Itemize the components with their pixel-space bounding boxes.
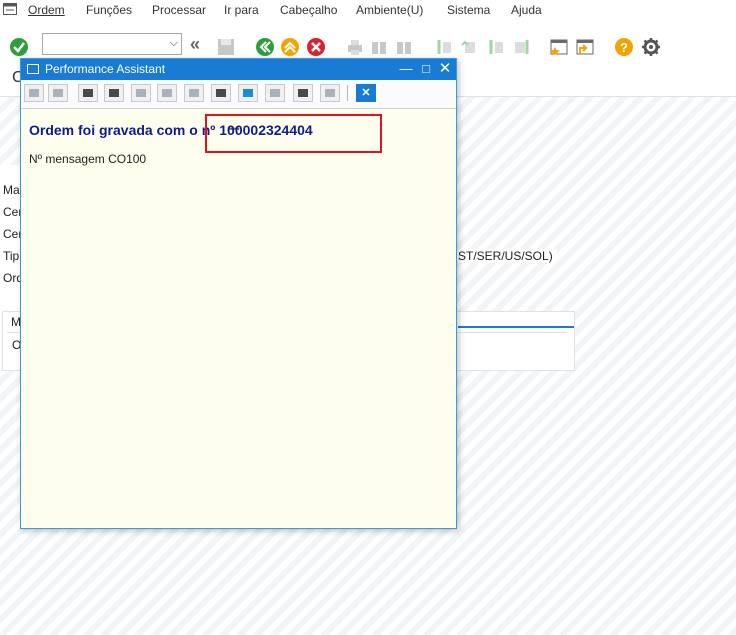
dialog-toolbar: ✕ •••••	[21, 80, 456, 134]
window-icon	[27, 64, 39, 74]
edit2-icon[interactable]	[157, 84, 177, 102]
shortcut-icon[interactable]	[575, 37, 595, 57]
field-label-type: Tip	[3, 249, 20, 263]
calendar-icon[interactable]	[211, 84, 231, 102]
dialog-title: Performance Assistant	[45, 62, 166, 76]
binoculars-icon[interactable]	[320, 84, 340, 102]
user-icon[interactable]	[184, 84, 204, 102]
close-icon[interactable]: ✕	[437, 61, 453, 77]
collapse-toolbar-icon[interactable]: «	[190, 34, 200, 55]
dialog-titlebar[interactable]: Performance Assistant — □ ✕	[21, 59, 456, 80]
toolbar-separator	[347, 85, 348, 101]
find-next-icon[interactable]	[394, 37, 414, 57]
help-icon[interactable]: ?	[614, 37, 634, 57]
last-page-icon[interactable]	[511, 37, 531, 57]
print-icon[interactable]	[345, 37, 365, 57]
exit-icon[interactable]	[280, 37, 300, 57]
minimize-icon[interactable]: —	[398, 61, 414, 77]
menu-sistema[interactable]: Sistema	[447, 3, 490, 17]
back-icon[interactable]	[255, 37, 275, 57]
document-icon[interactable]	[78, 84, 98, 102]
menu-bar: Ordem Funções Processar Ir para Cabeçalh…	[0, 0, 736, 22]
new-session-icon[interactable]	[549, 37, 569, 57]
message-number: Nº mensagem CO100	[29, 152, 147, 166]
edit-icon[interactable]	[131, 84, 151, 102]
technical-info-icon[interactable]	[104, 84, 124, 102]
performance-assistant-dialog: Performance Assistant — □ ✕ ✕ ••••• Orde…	[20, 58, 457, 529]
first-page-icon[interactable]	[433, 37, 453, 57]
save-icon[interactable]	[216, 37, 236, 57]
forward-icon[interactable]	[48, 84, 68, 102]
menu-cabecalho[interactable]: Cabeçalho	[280, 3, 337, 17]
system-menu-icon[interactable]	[3, 3, 17, 15]
print-icon[interactable]	[293, 84, 313, 102]
prev-page-icon[interactable]	[459, 37, 479, 57]
menu-processar[interactable]: Processar	[152, 3, 206, 17]
highlight-icon[interactable]	[238, 84, 258, 102]
tab-underline	[458, 326, 574, 328]
menu-ordem[interactable]: Ordem	[28, 3, 65, 17]
menu-ambiente[interactable]: Ambiente(U)	[356, 3, 423, 17]
back-icon[interactable]	[24, 84, 44, 102]
svg-text:?: ?	[620, 40, 628, 55]
settings-icon[interactable]	[641, 37, 661, 57]
next-page-icon[interactable]	[485, 37, 505, 57]
close-help-icon[interactable]: ✕	[356, 84, 376, 102]
find-icon[interactable]	[369, 37, 389, 57]
cancel-icon[interactable]	[306, 37, 326, 57]
menu-funcoes[interactable]: Funções	[86, 3, 132, 17]
type-description: ST/SER/US/SOL)	[458, 249, 557, 263]
highlight-box	[205, 114, 382, 153]
menu-ajuda[interactable]: Ajuda	[511, 3, 542, 17]
menu-ir-para[interactable]: Ir para	[224, 3, 259, 17]
maximize-icon[interactable]: □	[418, 61, 434, 77]
link-icon[interactable]	[265, 84, 285, 102]
